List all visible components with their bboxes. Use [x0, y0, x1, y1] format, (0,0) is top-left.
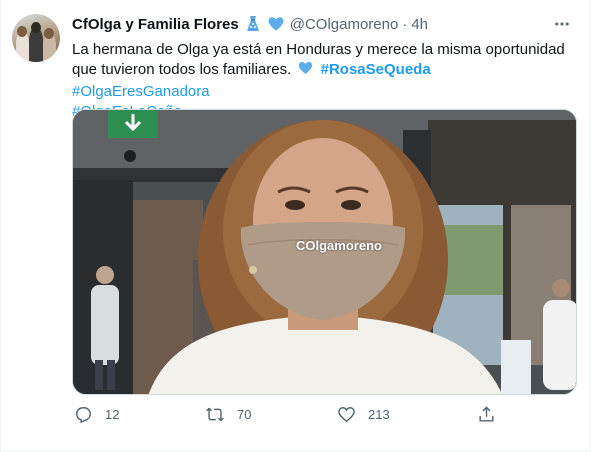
media-watermark: COlgamoreno	[296, 238, 382, 253]
hashtag-link[interactable]: #RosaSeQueda	[321, 61, 431, 78]
avatar[interactable]	[12, 14, 60, 62]
retweet-count: 70	[237, 407, 252, 422]
tweet-timestamp[interactable]: 4h	[411, 16, 428, 33]
reply-button[interactable]: 12	[74, 405, 119, 424]
tweet-text-line2: que tuvieron todos los familiares.	[72, 61, 292, 78]
tweet-card[interactable]: CfOlga y Familia Flores @COlgamoreno · 4…	[0, 0, 591, 452]
blue-heart-icon	[267, 15, 285, 33]
tweet-content: CfOlga y Familia Flores @COlgamoreno · 4…	[72, 13, 572, 122]
share-button[interactable]	[477, 405, 496, 424]
tweet-header: CfOlga y Familia Flores @COlgamoreno · 4…	[72, 13, 572, 35]
tweet-photo[interactable]: COlgamoreno	[72, 109, 577, 395]
like-count: 213	[368, 407, 390, 422]
dress-icon	[244, 15, 262, 33]
more-options-icon[interactable]	[552, 15, 572, 33]
tweet-actions: 12 70 213	[72, 405, 512, 429]
heart-icon	[338, 407, 355, 423]
retweet-icon	[206, 407, 224, 422]
blue-heart-icon	[297, 60, 314, 82]
share-icon	[479, 406, 494, 422]
retweet-button[interactable]: 70	[205, 405, 251, 424]
hashtag-link[interactable]: #OlgaEresGanadora	[72, 83, 210, 100]
reply-count: 12	[105, 407, 120, 422]
tweet-text-line1: La hermana de Olga ya está en Honduras y…	[72, 41, 565, 58]
reply-icon	[76, 407, 91, 424]
author-handle[interactable]: @COlgamoreno	[290, 16, 399, 33]
separator-dot: ·	[402, 15, 408, 33]
author-name[interactable]: CfOlga y Familia Flores	[72, 16, 239, 33]
like-button[interactable]: 213	[337, 405, 390, 424]
